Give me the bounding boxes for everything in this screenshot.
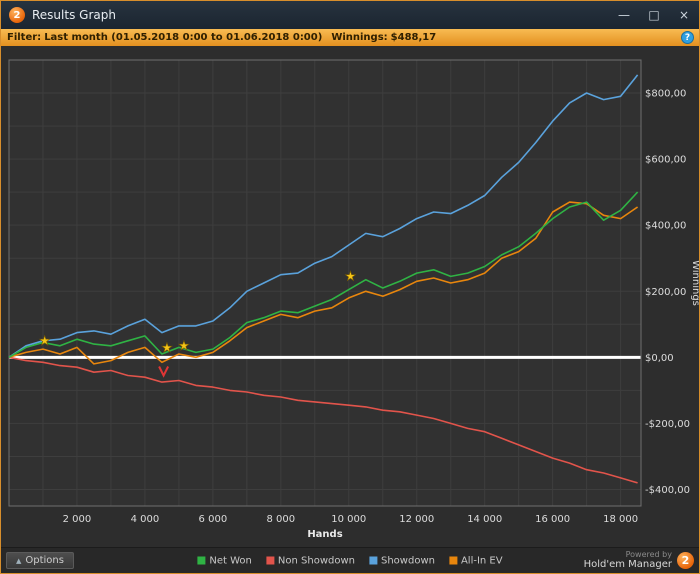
title-bar[interactable]: 2 Results Graph — □ ×	[1, 1, 699, 29]
x-axis-title: Hands	[307, 529, 342, 540]
minimize-button[interactable]: —	[609, 1, 639, 29]
legend-item-net-won[interactable]: Net Won	[197, 555, 252, 566]
star-marker: ★	[39, 334, 51, 349]
legend-item-all-in-ev[interactable]: All-In EV	[448, 555, 503, 566]
x-tick-label: 12 000	[399, 514, 434, 525]
filter-label: Filter:	[7, 32, 42, 43]
results-chart: ★ ★ ★ ★ $800,00 $600,00 $400,00 $200,00 $0,00 -$2…	[1, 48, 699, 546]
brand-logo-icon: 2	[677, 552, 694, 569]
options-button[interactable]: ▲ Options	[6, 552, 74, 569]
x-tick-label: 18 000	[603, 514, 638, 525]
winnings-value: $488,17	[390, 32, 437, 43]
legend-label: Showdown	[380, 555, 435, 566]
options-label: Options	[25, 555, 64, 566]
help-icon[interactable]: ?	[681, 31, 694, 44]
star-marker: ★	[178, 339, 190, 354]
x-tick-label: 16 000	[535, 514, 570, 525]
x-tick-label: 8 000	[267, 514, 296, 525]
results-graph-window: 2 Results Graph — □ × Filter: Last month…	[0, 0, 700, 574]
legend-swatch-icon	[197, 556, 206, 565]
window-controls: — □ ×	[609, 1, 699, 29]
y-tick-label: -$200,00	[645, 419, 690, 430]
x-tick-label: 4 000	[131, 514, 160, 525]
powered-by-label: Powered by	[625, 550, 672, 560]
legend-label: All-In EV	[460, 555, 503, 566]
winnings-label: Winnings:	[331, 32, 388, 43]
y-tick-label: $0,00	[645, 353, 674, 364]
x-tick-label: 2 000	[63, 514, 92, 525]
x-tick-label: 14 000	[467, 514, 502, 525]
maximize-button[interactable]: □	[639, 1, 669, 29]
legend-item-non-showdown[interactable]: Non Showdown	[265, 555, 355, 566]
chart-area: ★ ★ ★ ★ $800,00 $600,00 $400,00 $200,00 $0,00 -$2…	[1, 46, 699, 547]
legend-label: Net Won	[209, 555, 252, 566]
close-button[interactable]: ×	[669, 1, 699, 29]
x-tick-label: 6 000	[199, 514, 228, 525]
powered-by-text-block: Powered by Hold'em Manager	[584, 550, 672, 571]
y-tick-label: $400,00	[645, 221, 686, 232]
legend-swatch-icon	[265, 556, 274, 565]
y-tick-label: $800,00	[645, 89, 686, 100]
star-marker: ★	[161, 341, 173, 356]
legend-label: Non Showdown	[277, 555, 355, 566]
status-bar: ▲ Options Net Won Non Showdown Showdown All…	[1, 547, 699, 573]
plot-background	[9, 60, 641, 506]
legend-swatch-icon	[448, 556, 457, 565]
filter-bar: Filter: Last month (01.05.2018 0:00 to 0…	[1, 29, 699, 46]
y-tick-label: -$400,00	[645, 485, 690, 496]
powered-by: Powered by Hold'em Manager 2	[584, 550, 694, 571]
legend-swatch-icon	[368, 556, 377, 565]
legend-item-showdown[interactable]: Showdown	[368, 555, 435, 566]
chevron-up-icon: ▲	[16, 556, 22, 565]
brand-name: Hold'em Manager	[583, 559, 672, 571]
chart-legend: Net Won Non Showdown Showdown All-In EV	[197, 555, 503, 566]
app-logo-icon: 2	[9, 7, 25, 23]
x-tick-label: 10 000	[331, 514, 366, 525]
star-marker: ★	[345, 269, 357, 284]
y-tick-label: $600,00	[645, 155, 686, 166]
y-tick-label: $200,00	[645, 287, 686, 298]
y-axis-title: Winnings	[690, 260, 699, 306]
filter-value: Last month (01.05.2018 0:00 to 01.06.201…	[44, 32, 323, 43]
results-chart-svg: ★ ★ ★ ★ $800,00 $600,00 $400,00 $200,00 $0,00 -$2…	[8, 59, 699, 540]
window-title: Results Graph	[32, 8, 116, 22]
